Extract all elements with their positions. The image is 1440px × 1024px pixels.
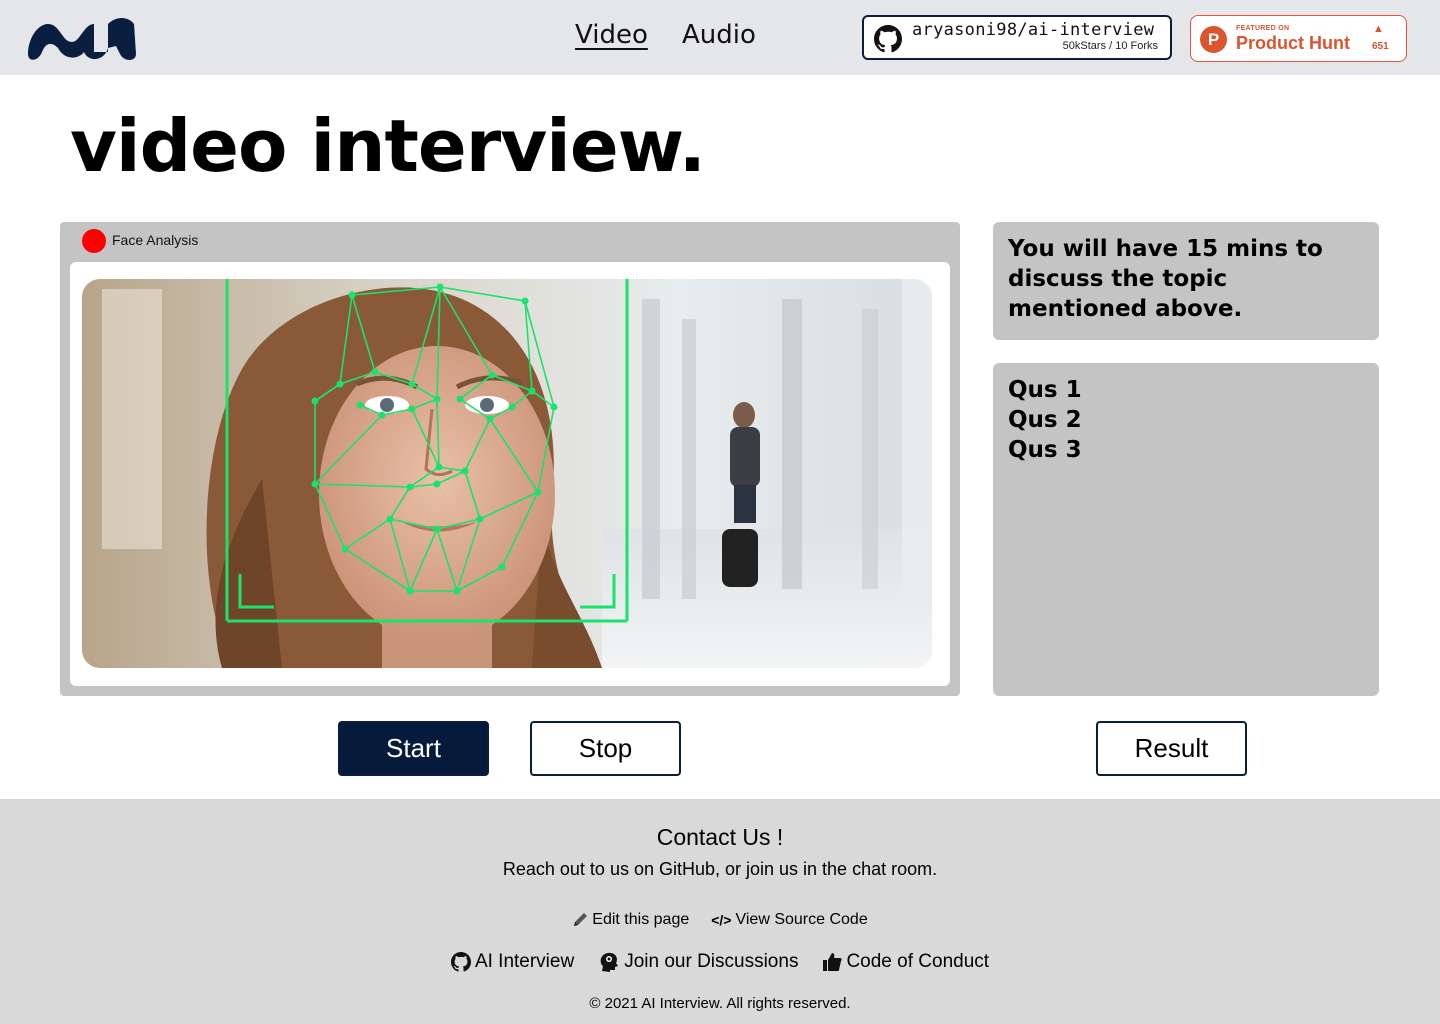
stop-button[interactable]: Stop [530,721,681,776]
contact-title: Contact Us ! [656,824,784,850]
view-source-label: View Source Code [735,911,868,928]
video-panel: Face Analysis [60,222,960,696]
view-source-link[interactable]: </> View Source Code [711,911,867,929]
question-item: Qus 3 [1008,437,1082,463]
topic-info-text: You will have 15 mins to discuss the top… [1008,236,1323,322]
brand-logo-icon[interactable] [24,12,140,64]
nav-audio-link[interactable]: Audio [682,20,756,50]
face-analysis-scene [82,279,932,668]
github-icon [450,952,471,972]
github-icon [874,25,902,53]
top-navbar: Video Audio aryasoni98/ai-interview 50kS… [0,0,1440,75]
recording-indicator-icon [82,229,106,253]
pencil-icon [574,913,588,926]
head-brain-icon [600,952,619,972]
producthunt-name: Product Hunt [1236,33,1350,53]
footer-links-row-2: AI Interview Join our Discussions Code o… [0,951,1440,973]
github-repo-badge[interactable]: aryasoni98/ai-interview 50kStars / 10 Fo… [862,15,1172,60]
thumbs-up-icon [823,953,843,971]
upvote-triangle-icon: ▲ [1373,23,1384,35]
start-button[interactable]: Start [338,721,489,776]
topic-info-box: You will have 15 mins to discuss the top… [993,222,1379,340]
code-icon: </> [711,912,732,928]
github-repo-stats: 50kStars / 10 Forks [1062,40,1158,52]
producthunt-vote-count: 651 [1372,41,1389,52]
edit-page-link[interactable]: Edit this page [572,911,689,929]
ai-interview-label: AI Interview [474,951,575,972]
question-item: Qus 1 [1008,377,1082,403]
footer: Contact Us ! Reach out to us on GitHub, … [0,799,1440,1024]
discussions-label: Join our Discussions [624,951,799,972]
code-of-conduct-link[interactable]: Code of Conduct [822,951,989,973]
nav-video-link[interactable]: Video [575,20,648,50]
page-title: video interview. [70,104,706,188]
producthunt-icon: P [1200,26,1227,53]
producthunt-featured-label: FEATURED ON [1236,25,1290,32]
discussions-link[interactable]: Join our Discussions [598,951,798,973]
producthunt-badge[interactable]: P FEATURED ON Product Hunt ▲ 651 [1190,15,1407,62]
video-frame [70,262,950,686]
copyright-text: © 2021 AI Interview. All rights reserved… [589,995,851,1012]
ai-interview-github-link[interactable]: AI Interview [450,951,575,973]
edit-page-label: Edit this page [592,911,690,928]
result-button[interactable]: Result [1096,721,1247,776]
footer-links-row-1: Edit this page </> View Source Code [0,911,1440,929]
nav-video-label: Video [575,20,648,50]
video-panel-label: Face Analysis [112,232,199,248]
github-repo-name: aryasoni98/ai-interview [912,20,1155,40]
question-item: Qus 2 [1008,407,1082,433]
contact-subtitle: Reach out to us on GitHub, or join us in… [502,859,938,879]
questions-box: Qus 1 Qus 2 Qus 3 [993,363,1379,696]
webcam-video-feed[interactable] [82,279,932,668]
code-of-conduct-label: Code of Conduct [846,951,990,972]
